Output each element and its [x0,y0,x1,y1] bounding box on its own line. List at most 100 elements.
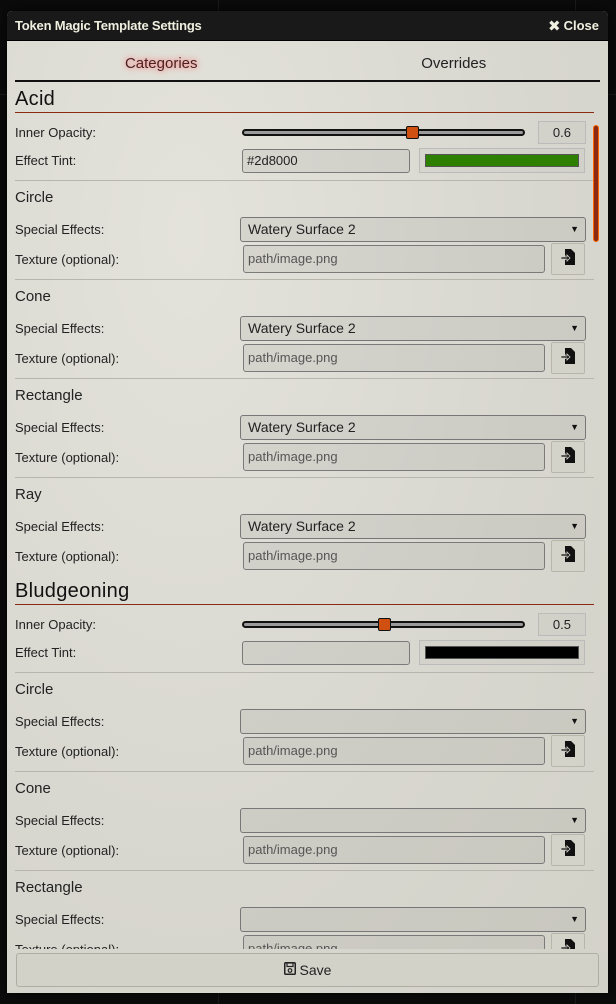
window-body: Categories Overrides Acid Inner Opacity:… [7,41,608,993]
inner-opacity-value: 0.6 [538,121,586,144]
file-picker-button[interactable] [551,933,585,949]
shape-section: Ray Special Effects: Watery Surface 2 ▼ … [15,478,594,576]
scrollbar-thumb[interactable] [593,125,599,242]
close-icon: ✖ [548,17,561,35]
slider-track [242,128,525,136]
shape-section: Rectangle Special Effects: ▼ Texture (op… [15,871,594,949]
texture-path-input[interactable]: path/image.png [243,443,545,471]
file-picker-button[interactable] [551,834,585,866]
texture-row: Texture (optional): path/image.png [15,441,594,473]
tab-categories[interactable]: Categories [15,41,308,80]
texture-path-input[interactable]: path/image.png [243,836,545,864]
shape-title: Cone [15,288,51,305]
texture-row: Texture (optional): path/image.png [15,834,594,866]
effect-tint-color-picker[interactable] [419,640,585,665]
shape-section: Cone Special Effects: ▼ Texture (optiona… [15,772,594,871]
categories-scroll-area[interactable]: Acid Inner Opacity: 0.6 Effect Tint: #2d… [15,84,594,949]
shape-title: Ray [15,486,42,503]
effect-tint-label: Effect Tint: [15,645,77,660]
save-button[interactable]: Save [16,953,599,987]
special-effects-label: Special Effects: [15,518,105,534]
special-effects-select[interactable]: ▼ [240,807,586,833]
special-effects-row: Special Effects: ▼ [15,905,594,933]
texture-label: Texture (optional): [15,350,120,366]
texture-path-input[interactable]: path/image.png [243,935,545,949]
save-icon [283,962,296,978]
file-picker-button[interactable] [551,441,585,473]
special-effects-select[interactable]: ▼ [240,708,586,734]
special-effects-label: Special Effects: [15,419,105,435]
shape-list: Circle Special Effects: Watery Surface 2… [15,180,594,576]
shape-section: Rectangle Special Effects: Watery Surfac… [15,379,594,478]
effect-tint-row: Effect Tint: [15,638,594,667]
chevron-down-icon: ▼ [570,520,579,531]
shape-title: Circle [15,189,54,206]
texture-label: Texture (optional): [15,842,120,858]
slider-thumb[interactable] [405,125,419,139]
effect-tint-input[interactable]: #2d8000 [242,148,410,173]
texture-row: Texture (optional): path/image.png [15,933,594,949]
file-picker-button[interactable] [551,735,585,767]
texture-path-input[interactable]: path/image.png [243,542,545,570]
texture-label: Texture (optional): [15,251,120,267]
special-effects-value: Watery Surface 2 [248,220,356,237]
tab-bar: Categories Overrides [15,41,600,82]
texture-row: Texture (optional): path/image.png [15,735,594,767]
color-swatch [425,154,579,167]
settings-window: Token Magic Template Settings ✖ Close Ca… [7,11,608,993]
shape-title: Cone [15,780,51,797]
inner-opacity-row: Inner Opacity: 0.6 [15,119,594,146]
texture-path-input[interactable]: path/image.png [243,245,545,273]
close-button[interactable]: ✖ Close [548,17,599,35]
special-effects-select[interactable]: Watery Surface 2 ▼ [240,315,586,341]
chevron-down-icon: ▼ [570,814,579,825]
special-effects-row: Special Effects: Watery Surface 2 ▼ [15,215,594,243]
texture-label: Texture (optional): [15,941,120,950]
special-effects-row: Special Effects: ▼ [15,806,594,834]
inner-opacity-slider[interactable] [242,615,525,635]
special-effects-value: Watery Surface 2 [248,517,356,534]
effect-tint-row: Effect Tint: #2d8000 [15,146,594,175]
window-header[interactable]: Token Magic Template Settings ✖ Close [7,11,608,41]
special-effects-select[interactable]: Watery Surface 2 ▼ [240,513,586,539]
special-effects-label: Special Effects: [15,812,105,828]
slider-thumb[interactable] [377,617,391,631]
file-picker-button[interactable] [551,243,585,275]
shape-section: Circle Special Effects: ▼ Texture (optio… [15,673,594,772]
texture-path-input[interactable]: path/image.png [243,344,545,372]
texture-label: Texture (optional): [15,743,120,759]
shape-title: Circle [15,681,54,698]
special-effects-select[interactable]: Watery Surface 2 ▼ [240,414,586,440]
inner-opacity-row: Inner Opacity: 0.5 [15,611,594,638]
special-effects-row: Special Effects: Watery Surface 2 ▼ [15,314,594,342]
special-effects-row: Special Effects: Watery Surface 2 ▼ [15,512,594,540]
category-section: Bludgeoning Inner Opacity: 0.5 Effect Ti… [15,576,594,949]
chevron-down-icon: ▼ [570,913,579,924]
file-import-icon [560,446,575,468]
file-picker-button[interactable] [551,342,585,374]
shape-list: Circle Special Effects: ▼ Texture (optio… [15,672,594,949]
special-effects-select[interactable]: ▼ [240,906,586,932]
effect-tint-input[interactable] [242,640,410,665]
special-effects-row: Special Effects: ▼ [15,707,594,735]
color-swatch [425,646,579,659]
category-title: Acid [15,84,594,113]
effect-tint-label: Effect Tint: [15,153,77,168]
save-label: Save [299,962,332,978]
texture-path-input[interactable]: path/image.png [243,737,545,765]
file-import-icon [560,839,575,861]
special-effects-label: Special Effects: [15,911,105,927]
special-effects-select[interactable]: Watery Surface 2 ▼ [240,216,586,242]
effect-tint-color-picker[interactable] [419,148,585,173]
category-section: Acid Inner Opacity: 0.6 Effect Tint: #2d… [15,84,594,576]
file-picker-button[interactable] [551,540,585,572]
shape-section: Cone Special Effects: Watery Surface 2 ▼… [15,280,594,379]
category-title: Bludgeoning [15,576,594,605]
inner-opacity-slider[interactable] [242,123,525,143]
texture-label: Texture (optional): [15,548,120,564]
chevron-down-icon: ▼ [570,322,579,333]
tab-overrides[interactable]: Overrides [308,41,601,80]
window-title: Token Magic Template Settings [15,18,202,33]
close-label: Close [563,18,599,33]
special-effects-value: Watery Surface 2 [248,418,356,435]
